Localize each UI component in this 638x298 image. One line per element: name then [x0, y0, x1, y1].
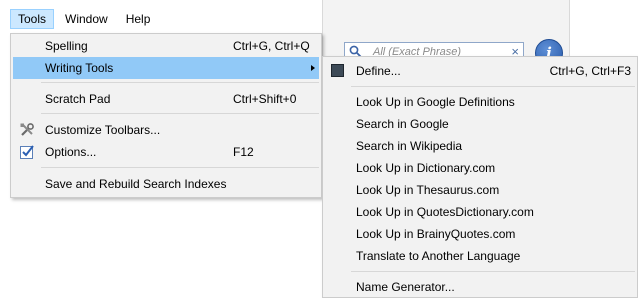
tools-menu: Spelling Ctrl+G, Ctrl+Q Writing Tools Sc…	[10, 33, 322, 198]
menu-item-shortcut: Ctrl+Shift+0	[233, 92, 297, 106]
writing-tools-submenu: Define... Ctrl+G, Ctrl+F3 Look Up in Goo…	[322, 56, 638, 298]
menu-item-options[interactable]: Options... F12	[13, 141, 319, 163]
submenu-item-search-google[interactable]: Search in Google	[325, 113, 635, 135]
submenu-item-label: Look Up in BrainyQuotes.com	[356, 227, 516, 241]
submenu-item-thesaurus-com[interactable]: Look Up in Thesaurus.com	[325, 179, 635, 201]
submenu-item-search-wikipedia[interactable]: Search in Wikipedia	[325, 135, 635, 157]
menu-separator	[41, 167, 319, 168]
menu-tools[interactable]: Tools	[10, 9, 55, 29]
menu-item-shortcut: Ctrl+G, Ctrl+Q	[233, 39, 310, 53]
menu-item-label: Options...	[45, 145, 97, 159]
submenu-item-brainyquotes-com[interactable]: Look Up in BrainyQuotes.com	[325, 223, 635, 245]
menu-help[interactable]: Help	[119, 9, 158, 29]
submenu-item-label: Search in Google	[356, 117, 449, 131]
submenu-item-label: Look Up in Google Definitions	[356, 95, 515, 109]
menu-separator	[41, 113, 319, 114]
submenu-item-define[interactable]: Define... Ctrl+G, Ctrl+F3	[325, 60, 635, 82]
menu-item-label: Customize Toolbars...	[45, 123, 161, 137]
submenu-arrow-icon	[311, 65, 315, 71]
menu-item-scratch-pad[interactable]: Scratch Pad Ctrl+Shift+0	[13, 88, 319, 110]
menu-item-spelling[interactable]: Spelling Ctrl+G, Ctrl+Q	[13, 35, 319, 57]
menu-item-writing-tools[interactable]: Writing Tools	[13, 57, 319, 79]
define-icon	[331, 64, 344, 77]
submenu-item-label: Translate to Another Language	[356, 249, 521, 263]
submenu-item-label: Look Up in Dictionary.com	[356, 161, 496, 175]
submenu-item-label: Define...	[356, 64, 401, 78]
menu-item-customize-toolbars[interactable]: Customize Toolbars...	[13, 119, 319, 141]
submenu-item-label: Name Generator...	[356, 280, 455, 294]
menu-window[interactable]: Window	[58, 9, 115, 29]
submenu-item-dictionary-com[interactable]: Look Up in Dictionary.com	[325, 157, 635, 179]
submenu-item-label: Look Up in QuotesDictionary.com	[356, 205, 534, 219]
menu-item-label: Save and Rebuild Search Indexes	[45, 177, 227, 191]
menu-item-label: Scratch Pad	[45, 92, 111, 106]
options-checkbox-icon	[20, 145, 34, 159]
screen: All (Exact Phrase) × i Tools Window Help…	[0, 0, 638, 298]
menu-separator	[351, 271, 635, 272]
menu-bar: Tools Window Help	[0, 0, 322, 33]
tools-icon	[20, 123, 34, 136]
submenu-item-label: Search in Wikipedia	[356, 139, 463, 153]
menu-item-label: Spelling	[45, 39, 88, 53]
menu-item-save-rebuild-indexes[interactable]: Save and Rebuild Search Indexes	[13, 173, 319, 195]
menu-separator	[41, 82, 319, 83]
menu-separator	[351, 86, 635, 87]
menu-item-label: Writing Tools	[45, 61, 114, 75]
submenu-item-label: Look Up in Thesaurus.com	[356, 183, 500, 197]
submenu-item-google-definitions[interactable]: Look Up in Google Definitions	[325, 91, 635, 113]
submenu-item-translate[interactable]: Translate to Another Language	[325, 245, 635, 267]
submenu-item-quotesdictionary-com[interactable]: Look Up in QuotesDictionary.com	[325, 201, 635, 223]
submenu-item-shortcut: Ctrl+G, Ctrl+F3	[549, 64, 631, 78]
submenu-item-name-generator[interactable]: Name Generator...	[325, 276, 635, 298]
menu-item-shortcut: F12	[233, 145, 254, 159]
